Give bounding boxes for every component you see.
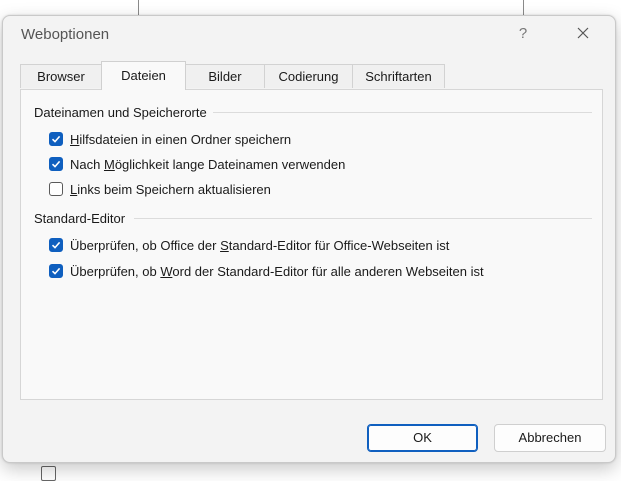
option-office-default-editor[interactable]: Überprüfen, ob Office der Standard-Edito… <box>49 236 449 254</box>
tab-bilder[interactable]: Bilder <box>185 64 265 88</box>
option-long-filenames[interactable]: Nach Möglichkeit lange Dateinamen verwen… <box>49 155 345 173</box>
tab-dateien[interactable]: Dateien <box>101 61 186 90</box>
tab-schriftarten[interactable]: Schriftarten <box>352 64 445 88</box>
checkbox-checked[interactable] <box>49 264 63 278</box>
group-title-filenames: Dateinamen und Speicherorte <box>34 105 207 120</box>
checkbox-checked[interactable] <box>49 157 63 171</box>
close-button[interactable] <box>565 22 601 46</box>
background-checkbox <box>41 466 56 481</box>
option-label: Hilfsdateien in einen Ordner speichern <box>70 131 292 147</box>
tab-browser[interactable]: Browser <box>20 64 102 88</box>
option-word-default-editor[interactable]: Überprüfen, ob Word der Standard-Editor … <box>49 262 484 280</box>
checkmark-icon <box>51 135 61 143</box>
background-divider <box>138 0 139 16</box>
group-divider <box>134 218 592 219</box>
group-title-editor: Standard-Editor <box>34 211 126 226</box>
checkbox-checked[interactable] <box>49 238 63 252</box>
dialog-title: Weboptionen <box>21 26 110 43</box>
checkmark-icon <box>51 241 61 249</box>
cancel-button[interactable]: Abbrechen <box>494 424 606 452</box>
web-options-dialog: Weboptionen ? Browser Dateien Bilder Cod… <box>2 15 616 463</box>
title-bar: Weboptionen ? <box>3 16 615 52</box>
checkbox-unchecked[interactable] <box>49 182 63 196</box>
background-divider <box>523 0 524 16</box>
option-helper-files-folder[interactable]: Hilfsdateien in einen Ordner speichern <box>49 130 291 148</box>
help-button[interactable]: ? <box>507 22 539 46</box>
option-label: Überprüfen, ob Office der Standard-Edito… <box>70 237 450 253</box>
option-label: Links beim Speichern aktualisieren <box>70 181 271 197</box>
option-label: Überprüfen, ob Word der Standard-Editor … <box>70 263 484 279</box>
option-label: Nach Möglichkeit lange Dateinamen verwen… <box>70 156 346 172</box>
tab-codierung[interactable]: Codierung <box>264 64 353 88</box>
group-divider <box>213 112 592 113</box>
option-update-links[interactable]: Links beim Speichern aktualisieren <box>49 180 271 198</box>
tab-panel-dateien: Dateinamen und Speicherorte Hilfsdateien… <box>20 89 603 400</box>
checkbox-checked[interactable] <box>49 132 63 146</box>
close-icon <box>577 27 589 39</box>
checkmark-icon <box>51 267 61 275</box>
ok-button[interactable]: OK <box>367 424 478 452</box>
checkmark-icon <box>51 160 61 168</box>
